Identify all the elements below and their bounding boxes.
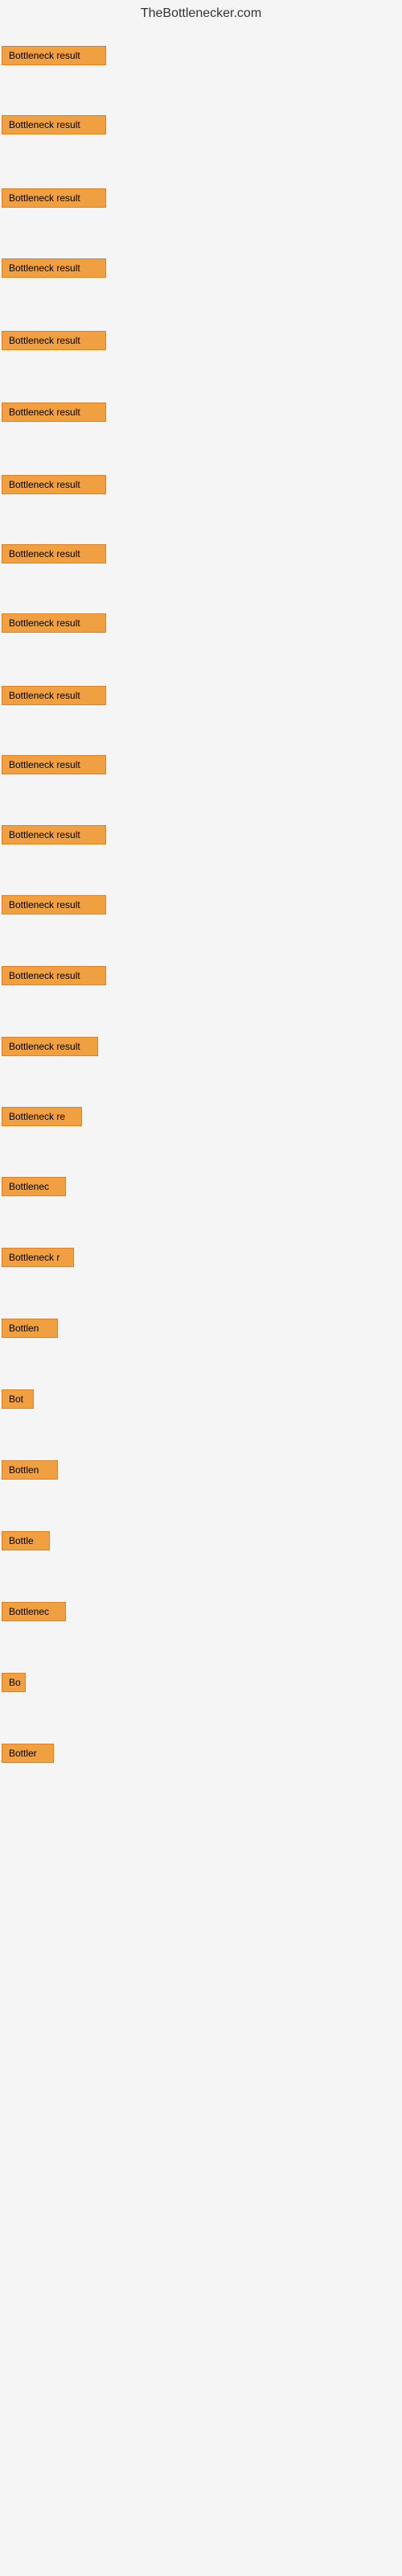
bottleneck-item-19: Bottlen (2, 1319, 58, 1342)
bottleneck-badge-20[interactable]: Bot (2, 1389, 34, 1409)
bottleneck-badge-1[interactable]: Bottleneck result (2, 46, 106, 65)
bottleneck-item-4: Bottleneck result (2, 258, 106, 282)
bottleneck-item-9: Bottleneck result (2, 613, 106, 637)
site-title-container: TheBottlenecker.com (0, 0, 402, 24)
bottleneck-badge-13[interactable]: Bottleneck result (2, 895, 106, 914)
bottleneck-item-21: Bottlen (2, 1460, 58, 1484)
bottleneck-item-13: Bottleneck result (2, 895, 106, 919)
bottleneck-badge-18[interactable]: Bottleneck r (2, 1248, 74, 1267)
bottleneck-item-7: Bottleneck result (2, 475, 106, 498)
bottleneck-badge-9[interactable]: Bottleneck result (2, 613, 106, 633)
bottleneck-badge-15[interactable]: Bottleneck result (2, 1037, 98, 1056)
bottleneck-badge-3[interactable]: Bottleneck result (2, 188, 106, 208)
bottleneck-badge-16[interactable]: Bottleneck re (2, 1107, 82, 1126)
bottleneck-item-16: Bottleneck re (2, 1107, 82, 1130)
bottleneck-items-container (0, 24, 402, 31)
bottleneck-badge-7[interactable]: Bottleneck result (2, 475, 106, 494)
bottleneck-badge-12[interactable]: Bottleneck result (2, 825, 106, 844)
bottleneck-item-5: Bottleneck result (2, 331, 106, 354)
bottleneck-item-18: Bottleneck r (2, 1248, 74, 1271)
bottleneck-badge-8[interactable]: Bottleneck result (2, 544, 106, 564)
bottleneck-item-17: Bottlenec (2, 1177, 66, 1200)
bottleneck-item-24: Bo (2, 1673, 26, 1696)
bottleneck-badge-24[interactable]: Bo (2, 1673, 26, 1692)
bottleneck-item-6: Bottleneck result (2, 402, 106, 426)
bottleneck-badge-11[interactable]: Bottleneck result (2, 755, 106, 774)
bottleneck-item-12: Bottleneck result (2, 825, 106, 848)
bottleneck-item-14: Bottleneck result (2, 966, 106, 989)
bottleneck-badge-25[interactable]: Bottler (2, 1744, 54, 1763)
bottleneck-item-11: Bottleneck result (2, 755, 106, 778)
bottleneck-item-15: Bottleneck result (2, 1037, 98, 1060)
bottleneck-badge-17[interactable]: Bottlenec (2, 1177, 66, 1196)
bottleneck-item-22: Bottle (2, 1531, 50, 1554)
bottleneck-badge-10[interactable]: Bottleneck result (2, 686, 106, 705)
bottleneck-badge-19[interactable]: Bottlen (2, 1319, 58, 1338)
bottleneck-badge-21[interactable]: Bottlen (2, 1460, 58, 1480)
bottleneck-item-8: Bottleneck result (2, 544, 106, 568)
bottleneck-badge-5[interactable]: Bottleneck result (2, 331, 106, 350)
bottleneck-item-23: Bottlenec (2, 1602, 66, 1625)
site-title: TheBottlenecker.com (0, 0, 402, 24)
bottleneck-item-10: Bottleneck result (2, 686, 106, 709)
bottleneck-item-2: Bottleneck result (2, 115, 106, 138)
bottleneck-badge-23[interactable]: Bottlenec (2, 1602, 66, 1621)
bottleneck-item-3: Bottleneck result (2, 188, 106, 212)
bottleneck-badge-2[interactable]: Bottleneck result (2, 115, 106, 134)
bottleneck-badge-6[interactable]: Bottleneck result (2, 402, 106, 422)
bottleneck-badge-4[interactable]: Bottleneck result (2, 258, 106, 278)
bottleneck-item-20: Bot (2, 1389, 34, 1413)
bottleneck-item-1: Bottleneck result (2, 46, 106, 69)
bottleneck-item-25: Bottler (2, 1744, 54, 1767)
bottleneck-badge-22[interactable]: Bottle (2, 1531, 50, 1550)
bottleneck-badge-14[interactable]: Bottleneck result (2, 966, 106, 985)
